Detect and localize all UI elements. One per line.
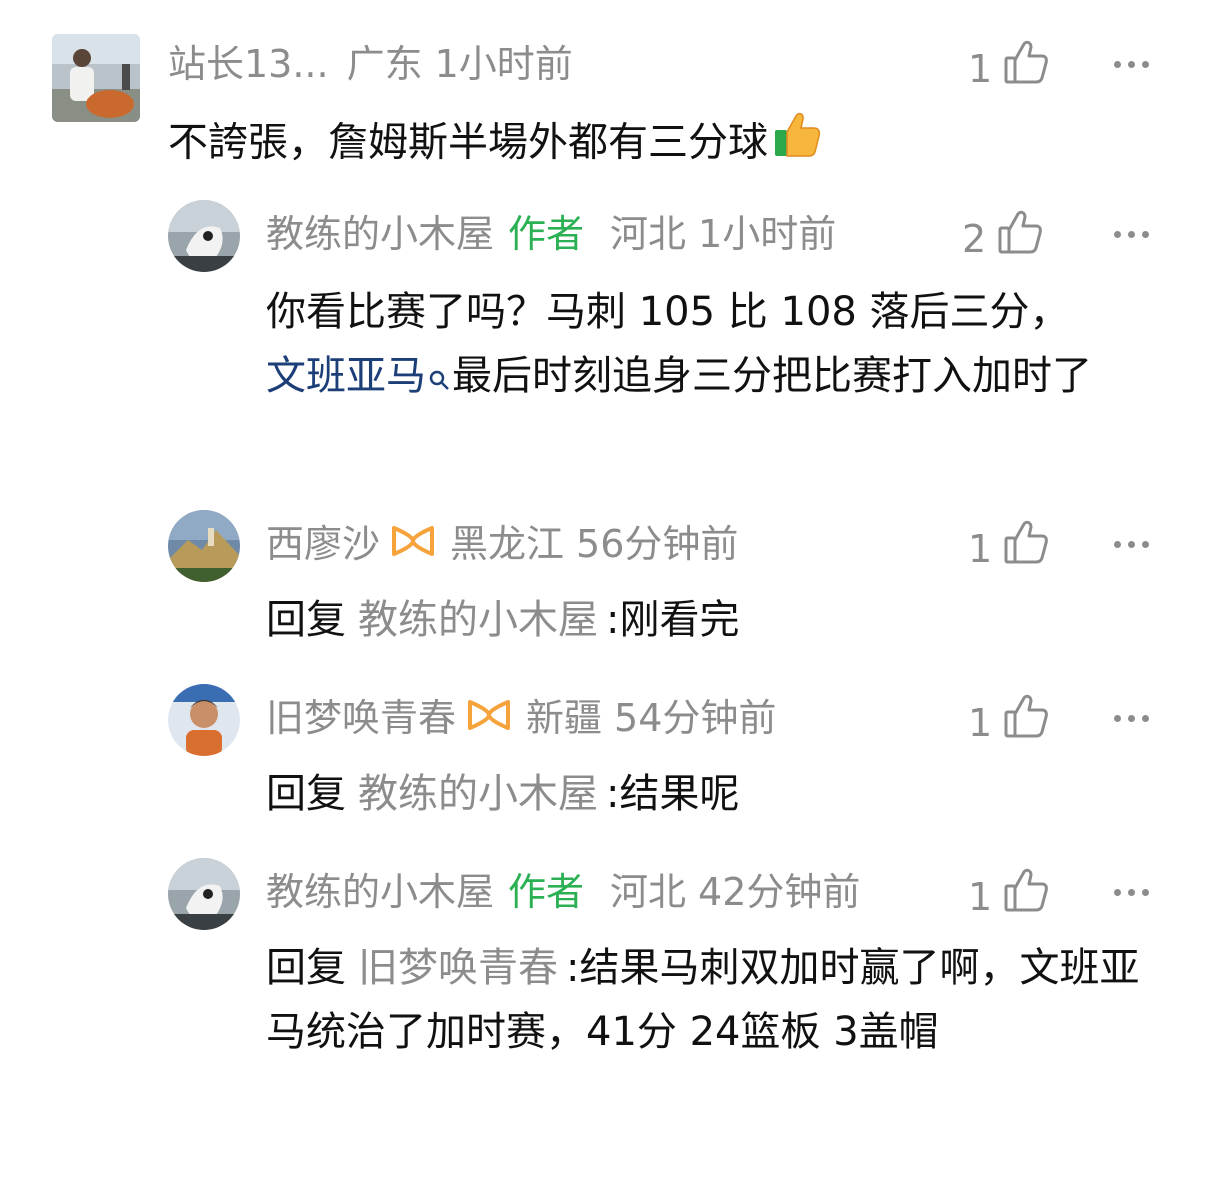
region: 广东 — [346, 42, 423, 86]
orange-infinity-badge-icon — [466, 693, 512, 745]
avatar[interactable] — [168, 858, 240, 930]
like-button[interactable]: 1 — [968, 38, 1050, 99]
reply-target[interactable]: 教练的小木屋 — [358, 597, 598, 643]
like-count: 1 — [968, 874, 993, 919]
username[interactable]: 教练的小木屋 — [266, 212, 494, 256]
like-button[interactable]: 1 — [968, 866, 1050, 927]
comment-meta: 西廖沙 黑龙江 56分钟前 — [266, 518, 738, 575]
comment-meta: 旧梦唤青春 新疆 54分钟前 — [266, 692, 776, 749]
thumbs-up-outline-icon — [1002, 518, 1050, 579]
reply-prefix: 回复 — [266, 597, 346, 643]
timestamp: 1小时前 — [434, 42, 573, 86]
more-dots-icon[interactable] — [1114, 38, 1149, 90]
like-button[interactable]: 2 — [962, 208, 1044, 269]
thumbs-up-outline-icon — [1002, 692, 1050, 753]
username[interactable]: 站长13... — [168, 42, 329, 86]
timestamp: 56分钟前 — [576, 522, 739, 566]
like-button[interactable]: 1 — [968, 518, 1050, 579]
author-tag: 作者 — [508, 212, 585, 256]
comment-meta: 教练的小木屋 作者 河北 42分钟前 — [266, 866, 860, 918]
more-dots-icon[interactable] — [1114, 208, 1149, 260]
thumbs-up-outline-icon — [996, 208, 1044, 269]
like-count: 1 — [968, 526, 993, 571]
username[interactable]: 教练的小木屋 — [266, 870, 494, 914]
reply-prefix: 回复 — [266, 945, 346, 991]
reply-target[interactable]: 教练的小木屋 — [358, 771, 598, 817]
orange-infinity-badge-icon — [390, 519, 436, 571]
comment-meta: 站长13... 广东 1小时前 — [168, 38, 573, 90]
like-count: 1 — [968, 46, 993, 91]
like-count: 1 — [968, 700, 993, 745]
comment-text: 回复 教练的小木屋:结果呢 — [266, 771, 740, 817]
region: 河北 — [610, 212, 687, 256]
search-icon — [428, 346, 450, 410]
avatar[interactable] — [52, 34, 140, 122]
region: 黑龙江 — [450, 522, 565, 566]
thumbs-up-outline-icon — [1002, 866, 1050, 927]
comment-text: 你看比赛了吗？马刺 105 比 108 落后三分， 文班亚马 最后时刻追身三分把比赛… — [266, 280, 1166, 410]
like-count: 2 — [962, 216, 987, 261]
avatar[interactable] — [168, 510, 240, 582]
more-dots-icon[interactable] — [1114, 692, 1149, 744]
timestamp: 1小时前 — [698, 212, 837, 256]
more-dots-icon[interactable] — [1114, 518, 1149, 570]
region: 河北 — [610, 870, 687, 914]
comment-meta: 教练的小木屋 作者 河北 1小时前 — [266, 208, 836, 260]
avatar[interactable] — [168, 684, 240, 756]
thumbs-up-emoji-icon — [772, 110, 822, 179]
comment-text: 不誇張，詹姆斯半場外都有三分球 — [168, 110, 1148, 179]
thumbs-up-outline-icon — [1002, 38, 1050, 99]
author-tag: 作者 — [508, 870, 585, 914]
region: 新疆 — [526, 696, 603, 740]
username[interactable]: 旧梦唤青春 — [266, 696, 456, 740]
like-button[interactable]: 1 — [968, 692, 1050, 753]
search-link[interactable]: 文班亚马 — [266, 353, 426, 399]
more-dots-icon[interactable] — [1114, 866, 1149, 918]
comment-text: 回复 教练的小木屋:刚看完 — [266, 597, 740, 643]
username[interactable]: 西廖沙 — [266, 522, 380, 566]
timestamp: 54分钟前 — [614, 696, 777, 740]
reply-target[interactable]: 旧梦唤青春 — [358, 945, 558, 991]
timestamp: 42分钟前 — [698, 870, 861, 914]
reply-prefix: 回复 — [266, 771, 346, 817]
comment-text: 回复 旧梦唤青春:结果马刺双加时赢了啊，文班亚马统治了加时赛，41分 24篮板 3… — [266, 945, 1140, 1055]
avatar[interactable] — [168, 200, 240, 272]
